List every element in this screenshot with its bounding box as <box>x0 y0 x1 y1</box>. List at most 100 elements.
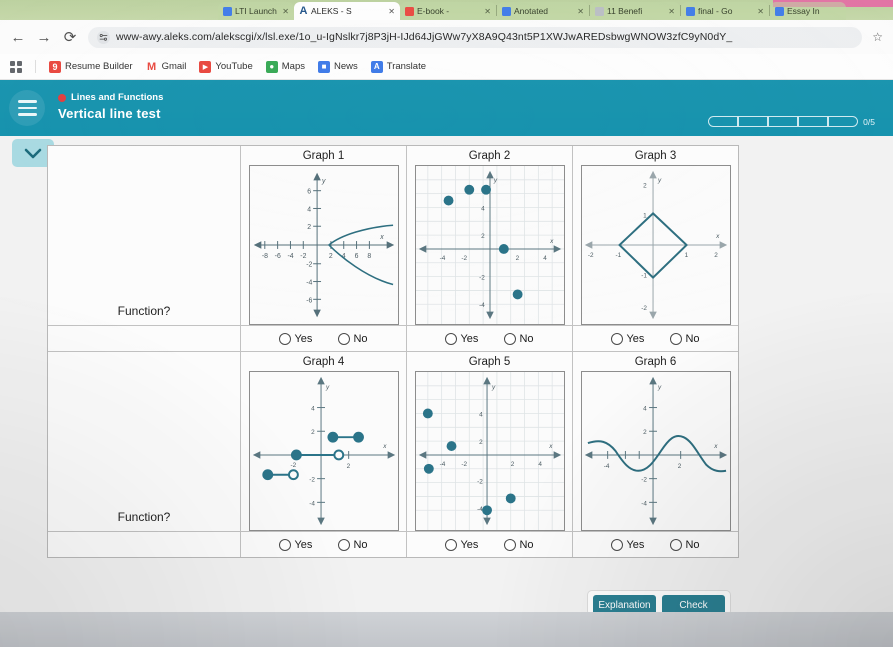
radio-button-icon[interactable] <box>445 332 458 345</box>
apps-grid-icon[interactable] <box>10 60 22 73</box>
svg-text:-2: -2 <box>461 461 467 468</box>
svg-text:y: y <box>656 177 661 184</box>
radio-label: No <box>519 332 534 345</box>
graph-plot-6: -4 2 4 2 -2 -4 y x <box>580 371 731 531</box>
browser-tab[interactable]: 11 Benefi ✕ <box>590 2 680 20</box>
radio-no-graph-4[interactable]: No <box>338 538 368 551</box>
maps-icon: ● <box>265 60 278 73</box>
svg-text:2: 2 <box>479 439 483 446</box>
radio-yes-graph-3[interactable]: Yes <box>611 332 644 345</box>
bookmark-label: Gmail <box>161 61 187 72</box>
close-icon[interactable]: ✕ <box>757 7 764 16</box>
svg-text:2: 2 <box>307 224 311 231</box>
browser-tab[interactable]: LTI Launch ✕ <box>218 2 294 20</box>
screen: LTI Launch ✕ A ALEKS - S ✕ E-book - ✕ An… <box>0 0 893 647</box>
bookmark-item-resume-builder[interactable]: 9 Resume Builder <box>49 60 133 73</box>
radio-no-graph-6[interactable]: No <box>670 538 700 551</box>
close-icon[interactable]: ✕ <box>668 7 675 16</box>
radio-button-icon[interactable] <box>670 332 683 345</box>
bookmark-label: Maps <box>281 61 305 72</box>
bookmark-item-translate[interactable]: A Translate <box>370 60 426 73</box>
svg-text:2: 2 <box>643 183 647 190</box>
radio-label: No <box>685 538 700 551</box>
close-icon[interactable]: ✕ <box>388 7 395 16</box>
radio-yes-graph-6[interactable]: Yes <box>611 538 644 551</box>
svg-text:6: 6 <box>307 189 311 196</box>
blue-doc-icon <box>686 6 695 16</box>
answer-cell-graph-3: Yes No <box>573 326 738 351</box>
close-icon[interactable]: ✕ <box>484 7 491 16</box>
radio-button-icon[interactable] <box>445 538 458 551</box>
forward-icon[interactable]: → <box>36 30 52 45</box>
radio-yes-graph-1[interactable]: Yes <box>279 332 313 345</box>
radio-button-icon[interactable] <box>338 332 351 345</box>
svg-text:4: 4 <box>307 206 311 213</box>
browser-tab-active[interactable]: A ALEKS - S ✕ <box>294 2 400 20</box>
bookmark-item-maps[interactable]: ● Maps <box>265 60 305 73</box>
graph-title: Graph 5 <box>468 356 511 368</box>
radio-button-icon[interactable] <box>279 332 292 345</box>
graph-title: Graph 2 <box>468 150 511 162</box>
svg-text:-4: -4 <box>306 279 312 286</box>
graph-cell-6: Graph 6 -4 2 4 2 -2 -4 y x <box>573 352 738 531</box>
graph-plot-3: -2 -1 12 21 -1 -2 y x <box>580 165 731 325</box>
close-icon[interactable]: ✕ <box>577 7 584 16</box>
blue-doc-icon <box>502 6 511 16</box>
bookmark-label: Resume Builder <box>65 61 133 72</box>
browser-tab[interactable]: Essay In <box>770 2 846 20</box>
radio-yes-graph-4[interactable]: Yes <box>279 538 312 551</box>
translate-icon: A <box>370 60 383 73</box>
breadcrumb[interactable]: Lines and Functions <box>58 92 163 103</box>
radio-button-icon[interactable] <box>670 538 683 551</box>
reload-icon[interactable]: ⟳ <box>62 30 78 45</box>
svg-text:y: y <box>324 384 329 391</box>
svg-text:2: 2 <box>328 253 332 260</box>
radio-button-icon[interactable] <box>611 332 624 345</box>
radio-label: No <box>353 332 368 345</box>
back-icon[interactable]: ← <box>10 30 26 45</box>
radio-label: Yes <box>294 332 313 345</box>
news-icon: ■ <box>317 60 330 73</box>
radio-button-icon[interactable] <box>504 332 517 345</box>
svg-text:y: y <box>321 178 326 185</box>
svg-text:2: 2 <box>346 463 350 470</box>
red-book-icon <box>405 6 414 16</box>
radio-button-icon[interactable] <box>611 538 624 551</box>
radio-button-icon[interactable] <box>279 538 292 551</box>
address-bar[interactable]: www-awy.aleks.com/alekscgi/x/lsl.exe/1o_… <box>88 26 863 48</box>
graph-cell-1: Graph 1 -8 -6 -4 -2 2 4 6 8 6 4 2 -2 -4 … <box>241 146 407 325</box>
svg-text:2: 2 <box>481 233 485 240</box>
svg-text:-1: -1 <box>615 252 621 259</box>
svg-text:y: y <box>656 384 661 391</box>
radio-no-graph-2[interactable]: No <box>504 332 534 345</box>
browser-tab[interactable]: final - Go ✕ <box>681 2 769 20</box>
bookmark-item-news[interactable]: ■ News <box>317 60 358 73</box>
close-icon[interactable]: ✕ <box>282 7 289 16</box>
bookmark-item-youtube[interactable]: ▶ YouTube <box>199 60 253 73</box>
svg-text:-2: -2 <box>306 262 312 269</box>
radio-label: Yes <box>460 332 479 345</box>
graph-cell-2: Graph 2 -4 -2 2 4 4 2 -2 -4 y x <box>407 146 573 325</box>
hamburger-menu-icon[interactable] <box>9 90 45 126</box>
row-label: Function? <box>117 304 171 318</box>
radio-button-icon[interactable] <box>338 538 351 551</box>
svg-text:-4: -4 <box>479 302 485 309</box>
browser-tab[interactable]: E-book - ✕ <box>400 2 496 20</box>
row-label-cell: Function? <box>48 352 241 531</box>
url-text[interactable]: www-awy.aleks.com/alekscgi/x/lsl.exe/1o_… <box>116 31 853 43</box>
radio-yes-graph-2[interactable]: Yes <box>445 332 479 345</box>
radio-label: Yes <box>460 538 479 551</box>
radio-button-icon[interactable] <box>504 538 517 551</box>
radio-no-graph-5[interactable]: No <box>504 538 534 551</box>
radio-no-graph-1[interactable]: No <box>338 332 368 345</box>
radio-no-graph-3[interactable]: No <box>670 332 700 345</box>
browser-tab[interactable]: Anotated ✕ <box>497 2 589 20</box>
site-settings-icon[interactable] <box>97 30 110 44</box>
bookmark-star-icon[interactable]: ☆ <box>872 30 883 44</box>
question-workspace: Function? Graph 1 -8 -6 -4 -2 2 4 6 8 6 … <box>0 136 893 647</box>
bookmark-item-gmail[interactable]: M Gmail <box>146 61 187 73</box>
svg-text:-6: -6 <box>274 253 280 260</box>
svg-text:4: 4 <box>543 255 547 262</box>
svg-text:1: 1 <box>684 252 688 259</box>
radio-yes-graph-5[interactable]: Yes <box>445 538 479 551</box>
